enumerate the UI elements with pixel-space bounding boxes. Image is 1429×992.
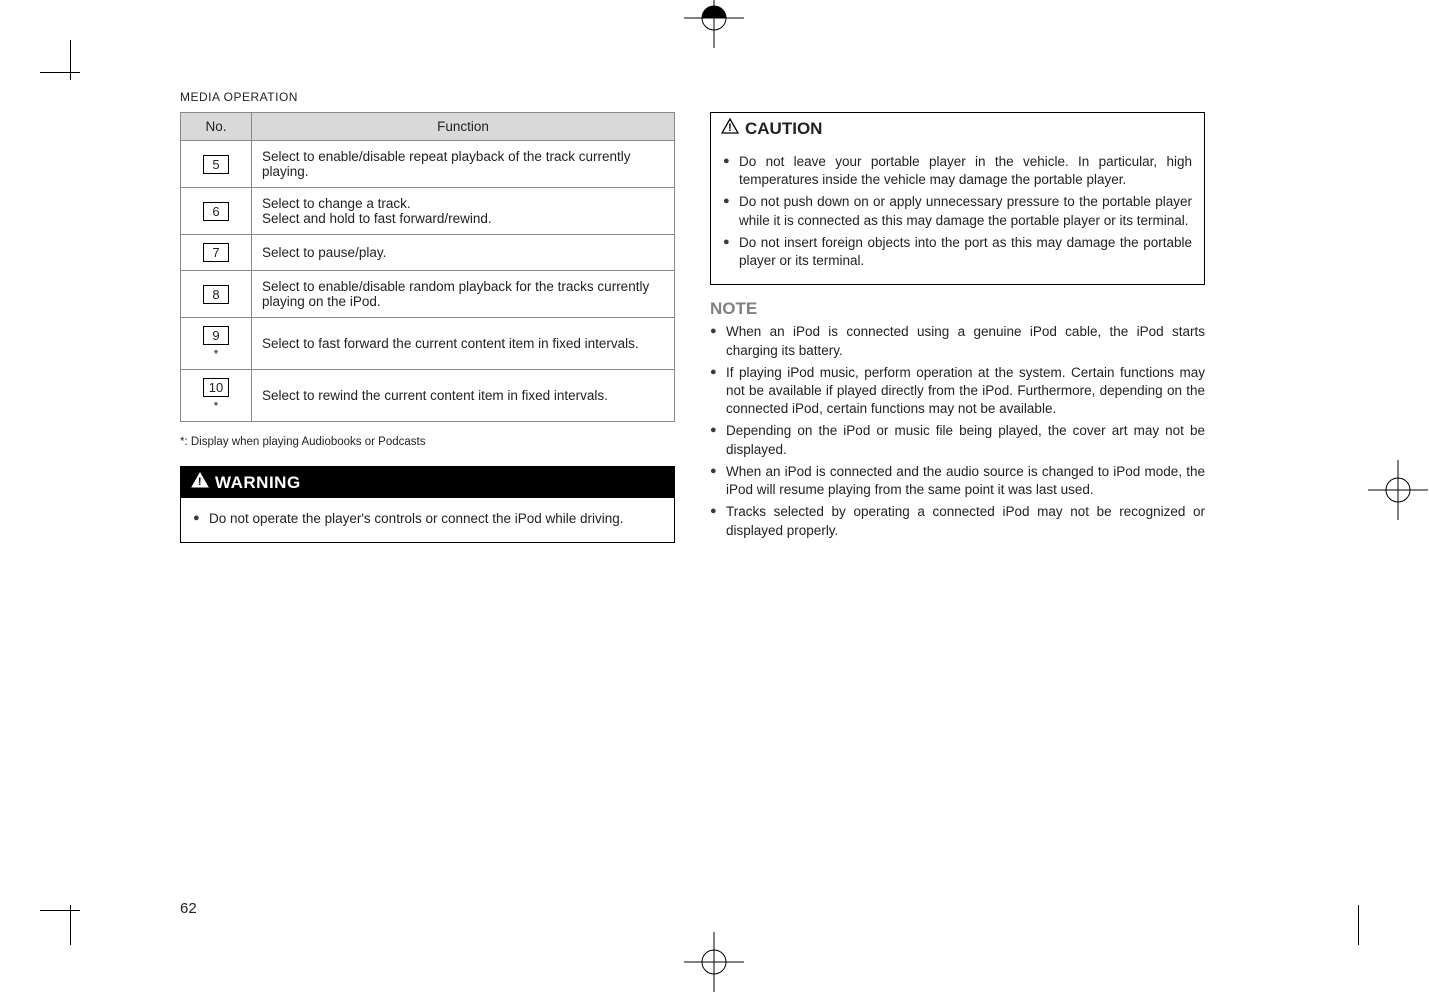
table-header-function: Function <box>252 113 675 141</box>
table-row: 5 Select to enable/disable repeat playba… <box>181 141 675 188</box>
note-section: NOTE When an iPod is connected using a g… <box>710 299 1205 539</box>
section-header: MEDIA OPERATION <box>180 90 1280 104</box>
table-row: 10 * Select to rewind the current conten… <box>181 370 675 422</box>
row-function-text: Select to fast forward the current conte… <box>252 318 675 370</box>
row-function-text: Select to enable/disable repeat playback… <box>252 141 675 188</box>
warning-item: Do not operate the player's controls or … <box>193 510 662 528</box>
note-item: Depending on the iPod or music file bein… <box>710 422 1205 458</box>
svg-text:!: ! <box>728 122 732 134</box>
registration-mark-bottom <box>684 932 744 992</box>
warning-icon: ! <box>191 472 209 493</box>
table-row: 9 * Select to fast forward the current c… <box>181 318 675 370</box>
note-item: If playing iPod music, perform operation… <box>710 364 1205 419</box>
row-function-text: Select to enable/disable random playback… <box>252 271 675 318</box>
caution-box: ! CAUTION Do not leave your portable pla… <box>710 112 1205 285</box>
row-number-box: 6 <box>203 202 229 221</box>
caution-item: Do not leave your portable player in the… <box>723 153 1192 189</box>
registration-mark-right <box>1368 460 1428 520</box>
note-item: When an iPod is connected and the audio … <box>710 463 1205 499</box>
table-row: 7 Select to pause/play. <box>181 235 675 271</box>
row-number-box: 5 <box>203 155 229 174</box>
svg-text:!: ! <box>198 476 202 488</box>
crop-line <box>70 905 71 945</box>
row-number-box: 7 <box>203 243 229 262</box>
caution-title: CAUTION <box>745 119 822 139</box>
warning-title: WARNING <box>215 473 301 493</box>
warning-box: ! WARNING Do not operate the player's co… <box>180 466 675 543</box>
registration-mark-top <box>684 0 744 48</box>
note-item: Tracks selected by operating a connected… <box>710 503 1205 539</box>
table-row: 8 Select to enable/disable random playba… <box>181 271 675 318</box>
note-item: When an iPod is connected using a genuin… <box>710 323 1205 359</box>
row-number-box: 8 <box>203 285 229 304</box>
left-column: No. Function 5 Select to enable/disable … <box>180 112 675 544</box>
note-title: NOTE <box>710 299 1205 319</box>
row-function-text: Select to change a track. Select and hol… <box>252 188 675 235</box>
caution-title-bar: ! CAUTION <box>711 113 1204 141</box>
two-column-layout: No. Function 5 Select to enable/disable … <box>180 112 1280 544</box>
row-star: * <box>191 399 241 413</box>
function-table: No. Function 5 Select to enable/disable … <box>180 112 675 422</box>
table-header-no: No. <box>181 113 252 141</box>
crop-line <box>40 910 80 911</box>
warning-title-bar: ! WARNING <box>181 467 674 498</box>
crop-line <box>40 72 80 73</box>
crop-line <box>1358 905 1359 945</box>
page-number: 62 <box>180 900 197 917</box>
right-column: ! CAUTION Do not leave your portable pla… <box>710 112 1205 544</box>
page-content: MEDIA OPERATION No. Function 5 Select to… <box>180 90 1280 544</box>
caution-item: Do not insert foreign objects into the p… <box>723 234 1192 270</box>
caution-item: Do not push down on or apply unnecessary… <box>723 193 1192 229</box>
row-number-box: 10 <box>203 378 229 397</box>
caution-icon: ! <box>721 118 739 139</box>
table-footnote: *: Display when playing Audiobooks or Po… <box>180 436 675 448</box>
row-star: * <box>191 347 241 361</box>
table-row: 6 Select to change a track. Select and h… <box>181 188 675 235</box>
row-function-text: Select to rewind the current content ite… <box>252 370 675 422</box>
row-number-box: 9 <box>203 326 229 345</box>
crop-line <box>70 40 71 80</box>
row-function-text: Select to pause/play. <box>252 235 675 271</box>
